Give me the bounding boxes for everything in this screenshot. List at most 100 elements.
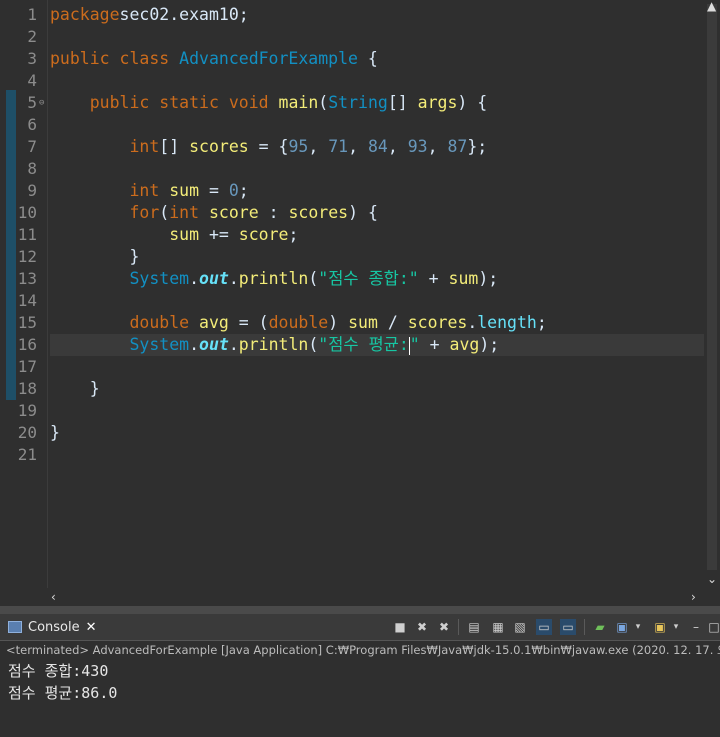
show-on-stdout-icon[interactable]: ▭ bbox=[536, 619, 552, 635]
code-line[interactable]: System.out.println("점수 종합:" + sum); bbox=[50, 268, 498, 290]
code-token: AdvancedForExample bbox=[179, 49, 358, 68]
chevron-down-icon[interactable]: ▾ bbox=[668, 619, 684, 635]
code-token: scores bbox=[407, 313, 468, 332]
code-line[interactable]: System.out.println("점수 평균:" + avg); bbox=[50, 334, 704, 356]
scroll-up-arrow-icon[interactable]: ▲ bbox=[707, 0, 716, 13]
code-token: . bbox=[228, 335, 239, 354]
scroll-lock-icon[interactable]: ▦ bbox=[490, 619, 506, 635]
code-line[interactable]: public static void main(String[] args) { bbox=[50, 92, 487, 114]
code-line[interactable]: } bbox=[50, 246, 139, 268]
code-line[interactable]: public class AdvancedForExample { bbox=[50, 48, 378, 70]
line-number: 5 bbox=[27, 93, 37, 112]
code-token: = ( bbox=[228, 313, 269, 332]
line-number: 1 bbox=[27, 5, 37, 24]
code-token: 87 bbox=[447, 137, 468, 156]
console-output-line: 점수 평균:86.0 bbox=[8, 684, 118, 702]
code-token: . bbox=[189, 269, 200, 288]
code-line[interactable]: } bbox=[50, 422, 60, 444]
line-number: 10 bbox=[17, 203, 37, 222]
display-console-icon[interactable]: ▣ bbox=[614, 619, 630, 635]
code-token: avg bbox=[199, 313, 229, 332]
show-on-stderr-icon[interactable]: ▭ bbox=[560, 619, 576, 635]
line-number: 21 bbox=[17, 445, 37, 464]
code-area[interactable]: packagesec02.exam10; public class Advance… bbox=[50, 4, 704, 588]
code-line[interactable]: int[] scores = {95, 71, 84, 93, 87}; bbox=[50, 136, 487, 158]
vertical-scroll-thumb[interactable] bbox=[707, 4, 717, 570]
code-token: score bbox=[208, 203, 259, 222]
code-token: . bbox=[189, 335, 200, 354]
code-line[interactable]: double avg = (double) sum / scores.lengt… bbox=[50, 312, 546, 334]
code-line[interactable]: sum += score; bbox=[50, 224, 298, 246]
code-token: , bbox=[348, 137, 368, 156]
code-token: out bbox=[199, 269, 229, 288]
close-icon[interactable]: ✕ bbox=[86, 620, 97, 635]
line-number: 20 bbox=[17, 423, 37, 442]
code-token: 95 bbox=[288, 137, 309, 156]
code-token: + bbox=[418, 269, 449, 288]
code-token: System bbox=[129, 269, 190, 288]
code-token: ( bbox=[308, 269, 319, 288]
line-number: 3 bbox=[27, 49, 37, 68]
word-wrap-icon[interactable]: ▧ bbox=[512, 619, 528, 635]
scroll-down-arrow-icon[interactable]: ⌄ bbox=[707, 572, 717, 586]
code-token: avg bbox=[449, 335, 480, 354]
code-token: int bbox=[129, 137, 160, 156]
code-token: ); bbox=[479, 335, 500, 354]
code-token: length bbox=[477, 313, 537, 332]
code-token: ( bbox=[318, 93, 329, 112]
pin-console-icon[interactable]: ▰ bbox=[592, 619, 608, 635]
remove-all-icon[interactable]: ✖ bbox=[436, 619, 452, 635]
code-token: = { bbox=[248, 137, 289, 156]
line-number: 17 bbox=[17, 357, 37, 376]
panel-divider[interactable] bbox=[0, 606, 720, 614]
code-token: public bbox=[50, 49, 110, 68]
remove-launch-icon[interactable]: ✖ bbox=[414, 619, 430, 635]
horizontal-scrollbar[interactable]: ‹ › bbox=[47, 588, 704, 606]
fold-icon[interactable]: ⊖ bbox=[39, 92, 45, 114]
line-number: 19 bbox=[17, 401, 37, 420]
chevron-down-icon[interactable]: ▾ bbox=[630, 619, 646, 635]
line-number: 11 bbox=[17, 225, 37, 244]
code-token: "점수 종합:" bbox=[318, 269, 419, 288]
terminate-icon[interactable]: ■ bbox=[392, 619, 408, 635]
scroll-left-arrow-icon[interactable]: ‹ bbox=[51, 590, 56, 604]
code-token: public bbox=[89, 93, 150, 112]
code-token: args bbox=[417, 93, 458, 112]
console-tabbar: Console ✕ ■ ✖ ✖ ▤ ▦ ▧ ▭ ▭ ▰ ▣ ▾ ▣ ▾ – □ bbox=[0, 614, 720, 641]
code-line[interactable]: packagesec02.exam10; bbox=[50, 4, 249, 26]
new-console-icon[interactable]: ▣ bbox=[652, 619, 668, 635]
line-number: 6 bbox=[27, 115, 37, 134]
code-token: : bbox=[258, 203, 289, 222]
line-number: 18 bbox=[17, 379, 37, 398]
tab-console[interactable]: Console ✕ bbox=[4, 616, 105, 638]
code-line[interactable]: int sum = 0; bbox=[50, 180, 248, 202]
vertical-scrollbar[interactable]: ▲ ⌄ bbox=[704, 0, 720, 588]
code-line[interactable]: for(int score : scores) { bbox=[50, 202, 377, 224]
line-number: 13 bbox=[17, 269, 37, 288]
minimize-icon[interactable]: – bbox=[688, 619, 704, 635]
code-editor[interactable]: 1 2 3 4 5 ⊖ 6 7 8 9 10 11 12 13 14 15 16 17 18 19 20 21 packa… bbox=[0, 0, 720, 608]
code-token: String bbox=[328, 93, 388, 112]
maximize-icon[interactable]: □ bbox=[706, 619, 720, 635]
code-token: += bbox=[199, 225, 239, 244]
code-line[interactable]: } bbox=[50, 378, 100, 400]
code-token: } bbox=[50, 379, 100, 398]
code-token: , bbox=[427, 137, 448, 156]
code-token: println bbox=[238, 269, 309, 288]
code-token: ) { bbox=[457, 93, 488, 112]
line-number: 9 bbox=[27, 181, 37, 200]
scroll-right-arrow-icon[interactable]: › bbox=[691, 590, 696, 604]
code-token: " bbox=[409, 335, 420, 354]
code-token: ; bbox=[288, 225, 299, 244]
code-token: } bbox=[50, 423, 60, 442]
line-number: 8 bbox=[27, 159, 37, 178]
clear-console-icon[interactable]: ▤ bbox=[466, 619, 482, 635]
